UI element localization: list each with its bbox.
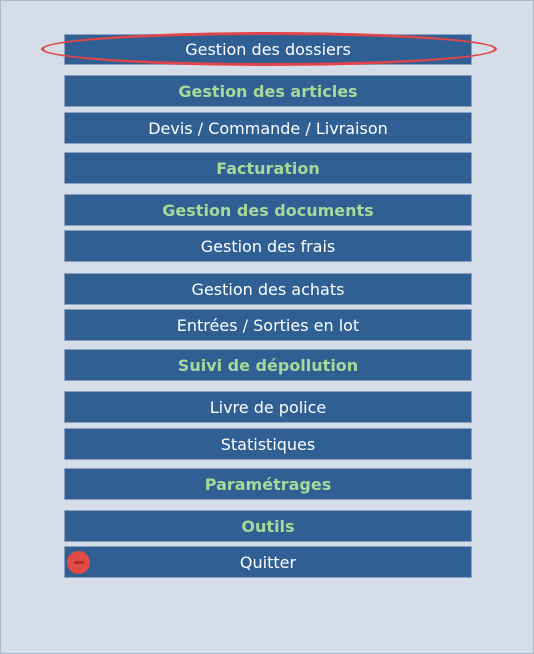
facturation-button[interactable]: Facturation bbox=[64, 152, 472, 184]
gestion-des-articles-button[interactable]: Gestion des articles bbox=[64, 75, 472, 107]
suivi-de-depollution-label: Suivi de dépollution bbox=[177, 355, 359, 375]
suivi-de-depollution-button[interactable]: Suivi de dépollution bbox=[64, 349, 472, 381]
livre-de-police-label: Livre de police bbox=[209, 397, 327, 417]
gestion-des-documents-label: Gestion des documents bbox=[162, 200, 374, 220]
entrees-sorties-en-lot-label: Entrées / Sorties en lot bbox=[176, 315, 360, 335]
gestion-des-documents-button[interactable]: Gestion des documents bbox=[64, 194, 472, 226]
parametrages-label: Paramétrages bbox=[204, 474, 332, 494]
outils-label: Outils bbox=[241, 516, 295, 536]
gestion-des-achats-label: Gestion des achats bbox=[191, 279, 345, 299]
quitter-button[interactable]: Quitter bbox=[64, 546, 472, 578]
gestion-des-frais-button[interactable]: Gestion des frais bbox=[64, 230, 472, 262]
gestion-des-articles-label: Gestion des articles bbox=[178, 81, 358, 101]
outils-button[interactable]: Outils bbox=[64, 510, 472, 542]
gestion-des-dossiers-label: Gestion des dossiers bbox=[185, 40, 351, 59]
gestion-des-frais-label: Gestion des frais bbox=[200, 236, 336, 256]
statistiques-label: Statistiques bbox=[220, 434, 316, 454]
devis-commande-livraison-button[interactable]: Devis / Commande / Livraison bbox=[64, 112, 472, 144]
stop-icon[interactable] bbox=[67, 551, 90, 574]
entrees-sorties-en-lot-button[interactable]: Entrées / Sorties en lot bbox=[64, 309, 472, 341]
devis-commande-livraison-label: Devis / Commande / Livraison bbox=[148, 118, 388, 138]
statistiques-button[interactable]: Statistiques bbox=[64, 428, 472, 460]
livre-de-police-button[interactable]: Livre de police bbox=[64, 391, 472, 423]
parametrages-button[interactable]: Paramétrages bbox=[64, 468, 472, 500]
gestion-des-achats-button[interactable]: Gestion des achats bbox=[64, 273, 472, 305]
gestion-des-dossiers-button[interactable]: Gestion des dossiers bbox=[64, 34, 472, 65]
facturation-label: Facturation bbox=[216, 158, 320, 178]
main-menu-window: Gestion des dossiers Gestion des article… bbox=[0, 0, 534, 654]
quitter-label: Quitter bbox=[239, 552, 297, 572]
